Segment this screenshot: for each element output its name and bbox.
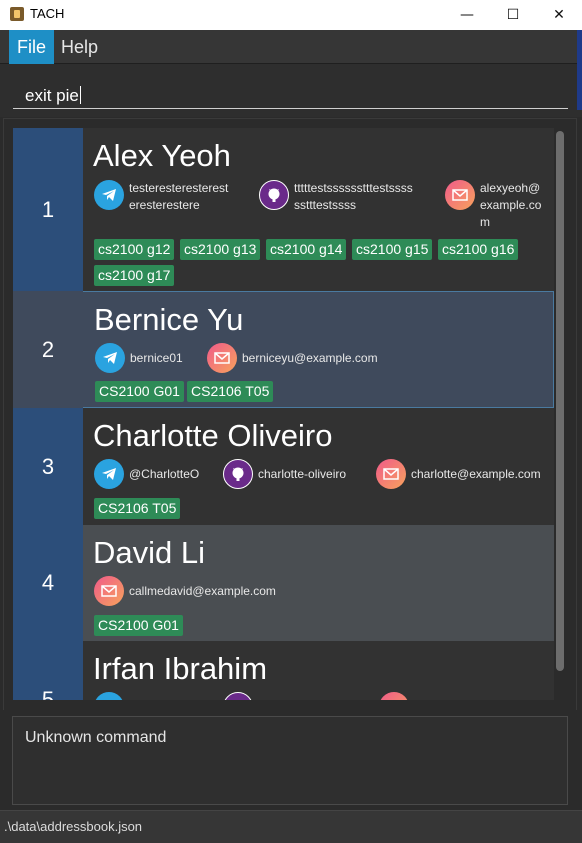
person-card-selected[interactable]: 2 Bernice Yu bernice01 berniceyu@example… bbox=[13, 291, 554, 408]
background-window-edge bbox=[577, 30, 582, 110]
email-contact: alexyeoh@ example.co m bbox=[445, 180, 541, 231]
person-index: 4 bbox=[13, 525, 83, 641]
person-card-body: Irfan Ibrahim bbox=[83, 641, 554, 700]
minimize-button[interactable]: — bbox=[444, 0, 490, 30]
person-card[interactable]: 1 Alex Yeoh testeresteresterest eresteres… bbox=[13, 128, 554, 291]
menu-bar: File Help bbox=[0, 30, 582, 64]
telegram-contact bbox=[94, 692, 124, 700]
result-display: Unknown command bbox=[12, 716, 568, 805]
person-index: 3 bbox=[13, 408, 83, 525]
email-contact: charlotte@example.com bbox=[376, 459, 541, 489]
telegram-contact: @CharlotteO bbox=[94, 459, 199, 489]
maximize-button[interactable]: ☐ bbox=[490, 0, 536, 30]
tag-badge: CS2106 T05 bbox=[187, 381, 274, 402]
tag-badge: CS2100 G01 bbox=[95, 381, 184, 402]
window-titlebar: TACH — ☐ ✕ bbox=[0, 0, 582, 30]
github-contact: charlotte-oliveiro bbox=[223, 459, 346, 489]
person-index: 1 bbox=[13, 128, 83, 291]
menu-help[interactable]: Help bbox=[53, 30, 106, 64]
telegram-contact: testeresteresterest eresterestere bbox=[94, 180, 228, 214]
github-username-line: tttttestsssssstttestssss bbox=[294, 181, 413, 195]
person-name: Bernice Yu bbox=[94, 302, 244, 337]
tag-badge: cs2100 g15 bbox=[352, 239, 433, 260]
telegram-icon bbox=[94, 692, 124, 700]
tag-badge: cs2100 g16 bbox=[438, 239, 519, 260]
email-address-line: example.co bbox=[480, 198, 542, 212]
person-name: Charlotte Oliveiro bbox=[93, 418, 333, 453]
tag-badge: cs2100 g12 bbox=[94, 239, 175, 260]
app-window: File Help exit pie 1 Alex Yeoh testerest… bbox=[0, 30, 582, 843]
email-contact: callmedavid@example.com bbox=[94, 576, 276, 606]
tag-badge: CS2106 T05 bbox=[94, 498, 181, 519]
github-contact bbox=[223, 692, 253, 700]
email-contact: berniceyu@example.com bbox=[207, 343, 378, 373]
email-address: charlotte@example.com bbox=[411, 467, 541, 481]
status-bar: .\data\addressbook.json bbox=[0, 810, 582, 843]
email-address: berniceyu@example.com bbox=[242, 351, 378, 365]
command-input[interactable]: exit pie bbox=[13, 74, 568, 109]
tag-badge: cs2100 g14 bbox=[266, 239, 347, 260]
person-list-panel: 1 Alex Yeoh testeresteresterest eresteres… bbox=[3, 118, 577, 711]
tag-badge: cs2100 g17 bbox=[94, 265, 175, 286]
list-scrollbar[interactable] bbox=[556, 129, 564, 699]
telegram-icon bbox=[94, 459, 124, 489]
person-list[interactable]: 1 Alex Yeoh testeresteresterest eresteres… bbox=[13, 128, 554, 700]
email-icon bbox=[379, 692, 409, 700]
github-icon bbox=[223, 692, 253, 700]
person-name: Alex Yeoh bbox=[93, 138, 231, 173]
window-title: TACH bbox=[30, 6, 65, 21]
telegram-contact: bernice01 bbox=[95, 343, 183, 373]
email-address-line: alexyeoh@ bbox=[480, 181, 541, 195]
telegram-icon bbox=[95, 343, 125, 373]
person-card-body: Alex Yeoh testeresteresterest erestereste… bbox=[83, 128, 554, 291]
person-index: 2 bbox=[13, 291, 83, 408]
email-icon bbox=[445, 180, 475, 210]
email-icon bbox=[207, 343, 237, 373]
telegram-handle-line: eresterestere bbox=[129, 198, 200, 212]
person-card-body: Charlotte Oliveiro @CharlotteO charlotte… bbox=[83, 408, 554, 525]
data-file-path: .\data\addressbook.json bbox=[4, 819, 143, 834]
scrollbar-thumb[interactable] bbox=[556, 131, 564, 671]
tag-badge: CS2100 G01 bbox=[94, 615, 183, 636]
command-input-text: exit pie bbox=[25, 86, 79, 105]
telegram-handle-line: testeresteresterest bbox=[129, 181, 229, 195]
github-username: charlotte-oliveiro bbox=[258, 467, 347, 481]
person-card-body: David Li callmedavid@example.com CS2100 … bbox=[83, 525, 554, 641]
github-icon bbox=[223, 459, 253, 489]
text-caret bbox=[79, 86, 81, 104]
person-index: 5 bbox=[13, 641, 83, 700]
person-name: David Li bbox=[93, 535, 205, 570]
person-card[interactable]: 4 David Li callmedavid@example.com CS210… bbox=[13, 525, 554, 641]
github-icon bbox=[259, 180, 289, 210]
email-icon bbox=[94, 576, 124, 606]
person-card[interactable]: 3 Charlotte Oliveiro @CharlotteO charlot… bbox=[13, 408, 554, 525]
email-address-line: m bbox=[480, 215, 490, 229]
email-icon bbox=[376, 459, 406, 489]
result-area: Unknown command bbox=[3, 710, 577, 810]
menu-file[interactable]: File bbox=[9, 30, 55, 64]
person-card-body: Bernice Yu bernice01 berniceyu@example.c… bbox=[84, 292, 553, 407]
email-contact bbox=[379, 692, 409, 700]
telegram-handle: bernice01 bbox=[130, 351, 183, 365]
close-button[interactable]: ✕ bbox=[536, 0, 582, 30]
telegram-handle: @CharlotteO bbox=[129, 467, 200, 481]
github-username-line: sstttestssss bbox=[294, 198, 357, 212]
tag-badge: cs2100 g13 bbox=[180, 239, 261, 260]
person-card[interactable]: 5 Irfan Ibrahim bbox=[13, 641, 554, 700]
email-address: callmedavid@example.com bbox=[129, 584, 276, 598]
github-contact: tttttestsssssstttestssss sstttestssss bbox=[259, 180, 413, 214]
telegram-icon bbox=[94, 180, 124, 210]
app-icon bbox=[10, 7, 24, 21]
person-name: Irfan Ibrahim bbox=[93, 651, 268, 686]
